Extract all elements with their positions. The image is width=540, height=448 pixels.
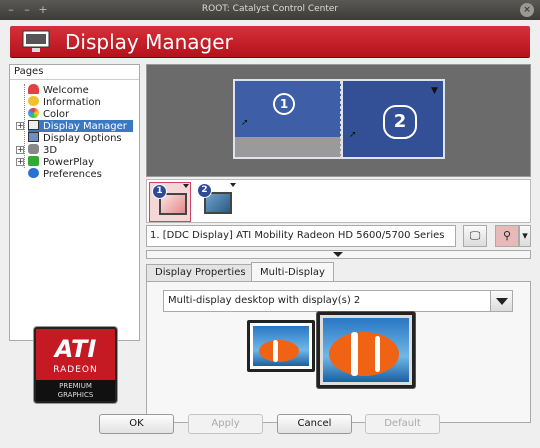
display-2-marker: 2: [383, 105, 417, 139]
logo-line: RADEON: [53, 365, 98, 375]
nav-item-color[interactable]: Color: [28, 108, 69, 120]
nav-item-display-manager[interactable]: Display Manager: [28, 120, 133, 132]
desktop-layout-preview[interactable]: 1 ➚ 2 ➚ ▼: [146, 64, 531, 177]
secondary-display-image: [247, 320, 315, 372]
collapse-arrow-icon: [333, 252, 343, 257]
logo-brand: ATI: [54, 335, 97, 363]
nav-item-display-options[interactable]: Display Options: [28, 132, 122, 144]
cancel-button[interactable]: Cancel: [277, 414, 352, 434]
multi-display-panel: Multi-display desktop with display(s) 2: [146, 281, 531, 423]
clownfish-wallpaper: [323, 318, 409, 382]
expand-toggle[interactable]: +: [16, 158, 24, 166]
nav-item-welcome[interactable]: Welcome: [28, 84, 89, 96]
preferences-icon: [28, 168, 39, 178]
cursor-icon: ▼: [431, 86, 438, 96]
display-1-marker: 1: [273, 93, 295, 115]
display-properties-button[interactable]: 🖵: [463, 225, 487, 247]
display-thumbnails: 1 2: [146, 179, 531, 223]
pages-header: Pages: [10, 65, 139, 80]
ok-button[interactable]: OK: [99, 414, 174, 434]
welcome-icon: [28, 84, 39, 94]
device-dropdown-button[interactable]: ▾: [519, 225, 531, 247]
desktop-1[interactable]: 1 ➚: [233, 79, 343, 159]
display-options-icon: [28, 132, 39, 142]
color-wheel-icon: [28, 108, 39, 118]
close-icon[interactable]: ×: [520, 3, 534, 17]
desktop-divider: [340, 81, 341, 159]
tree-guide-line: [24, 84, 25, 168]
logo-band2: GRAPHICS: [57, 391, 94, 399]
display-manager-icon: [28, 120, 39, 130]
nav-label: Color: [43, 109, 70, 120]
expand-toggle[interactable]: +: [16, 122, 24, 130]
tab-multi-display[interactable]: Multi-Display: [251, 262, 334, 282]
nav-item-preferences[interactable]: Preferences: [28, 168, 102, 180]
pages-tree: Pages Welcome Information Color + Displa…: [9, 64, 140, 341]
nav-item-3d[interactable]: 3D: [28, 144, 57, 156]
nav-item-powerplay[interactable]: PowerPlay: [28, 156, 94, 168]
3d-icon: [28, 144, 39, 154]
display-2-thumbnail[interactable]: 2: [195, 182, 237, 222]
detect-displays-button[interactable]: ⚲: [495, 225, 519, 247]
mode-value: Multi-display desktop with display(s) 2: [168, 295, 361, 306]
nav-label: Display Manager: [43, 121, 127, 132]
nav-label: Welcome: [43, 85, 89, 96]
display-badge: 1: [152, 184, 167, 199]
dropdown-arrow-icon[interactable]: [183, 184, 189, 188]
display-manager-logo-icon: [22, 30, 50, 52]
nav-label: Preferences: [43, 169, 102, 180]
multi-display-mode-select[interactable]: Multi-display desktop with display(s) 2: [163, 290, 513, 312]
window-title: ROOT: Catalyst Control Center: [201, 4, 339, 14]
chevron-down-icon[interactable]: [490, 291, 512, 311]
header-banner: Display Manager: [10, 26, 530, 58]
cursor-icon: ➚: [241, 118, 249, 128]
dropdown-arrow-icon[interactable]: [230, 183, 236, 187]
logo-band: PREMIUM GRAPHICS: [36, 380, 115, 401]
desktop-2[interactable]: 2 ➚ ▼: [341, 79, 445, 159]
nav-label: 3D: [43, 145, 58, 156]
nav-label: Display Options: [43, 133, 122, 144]
tab-display-properties[interactable]: Display Properties: [146, 264, 255, 282]
cursor-icon: ➚: [349, 130, 357, 140]
magnifier-icon: ⚲: [502, 229, 512, 242]
chevron-down-icon: ▾: [522, 229, 528, 242]
window-client: Display Manager Pages Welcome Informatio…: [0, 20, 540, 448]
display-1-thumbnail[interactable]: 1: [149, 182, 191, 222]
powerplay-icon: [28, 156, 39, 166]
device-selector[interactable]: 1. [DDC Display] ATI Mobility Radeon HD …: [146, 225, 456, 247]
info-icon: [28, 96, 39, 106]
display-badge: 2: [197, 183, 212, 198]
window-titlebar: – – + ROOT: Catalyst Control Center ×: [0, 0, 540, 20]
nav-label: Information: [43, 97, 101, 108]
ati-radeon-logo: ATI RADEON PREMIUM GRAPHICS: [34, 327, 117, 403]
monitor-icon: 🖵: [469, 229, 481, 242]
nav-label: PowerPlay: [43, 157, 95, 168]
device-selector-row: 1. [DDC Display] ATI Mobility Radeon HD …: [146, 225, 531, 247]
default-button[interactable]: Default: [365, 414, 440, 434]
page-title: Display Manager: [65, 30, 233, 54]
nav-item-information[interactable]: Information: [28, 96, 101, 108]
expand-toggle[interactable]: +: [16, 146, 24, 154]
collapse-splitter[interactable]: [146, 250, 531, 259]
desktop-1-unused-area: [235, 137, 341, 157]
primary-display-image: [317, 312, 415, 388]
logo-band1: PREMIUM: [59, 382, 92, 390]
apply-button[interactable]: Apply: [188, 414, 263, 434]
clownfish-wallpaper: [253, 326, 309, 366]
